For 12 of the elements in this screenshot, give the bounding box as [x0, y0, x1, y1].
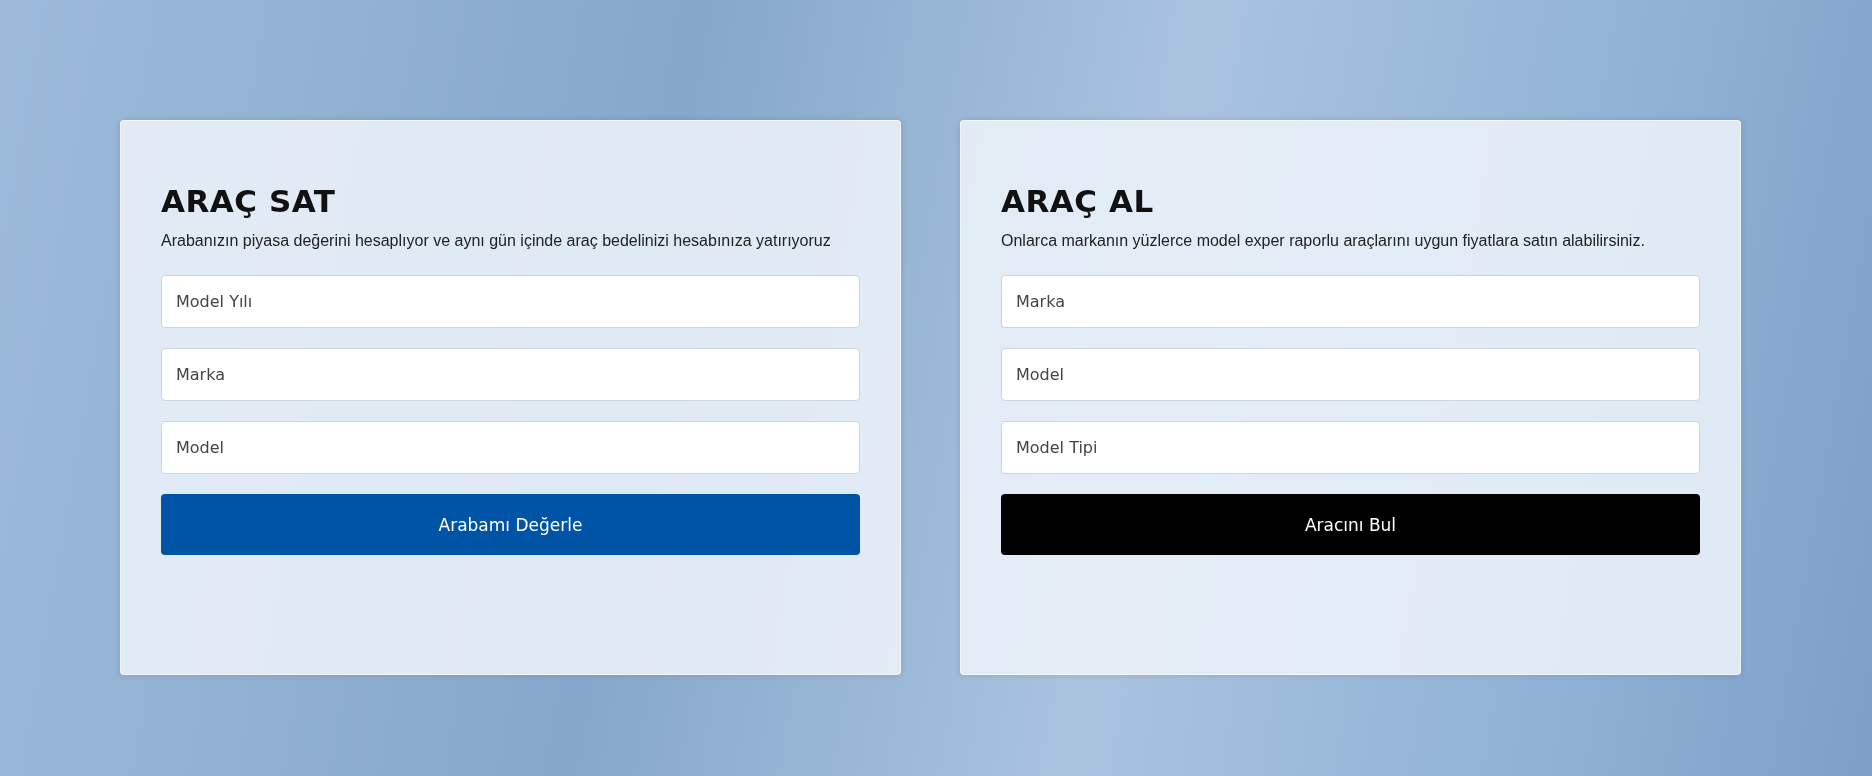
input-field[interactable]: Model Tipi: [1001, 421, 1700, 474]
submit-button[interactable]: Arabamı Değerle: [161, 494, 860, 555]
card-title: ARAÇ AL: [1001, 183, 1155, 219]
input-field[interactable]: Marka: [161, 348, 860, 401]
input-field[interactable]: Model: [161, 421, 860, 474]
input-field[interactable]: Model Yılı: [161, 275, 860, 328]
submit-button[interactable]: Aracını Bul: [1001, 494, 1700, 555]
card-description: Onlarca markanın yüzlerce model exper raporlu araçlarını uygun fiyatlara satın alabilirsiniz.: [1001, 231, 1646, 251]
card-description: Arabanızın piyasa değerini hesaplıyor ve aynı gün içinde araç bedelinizi hesabınıza yatırıyoruz: [161, 231, 832, 251]
input-field[interactable]: Marka: [1001, 275, 1700, 328]
card-title: ARAÇ SAT: [161, 183, 337, 219]
input-field[interactable]: Model: [1001, 348, 1700, 401]
